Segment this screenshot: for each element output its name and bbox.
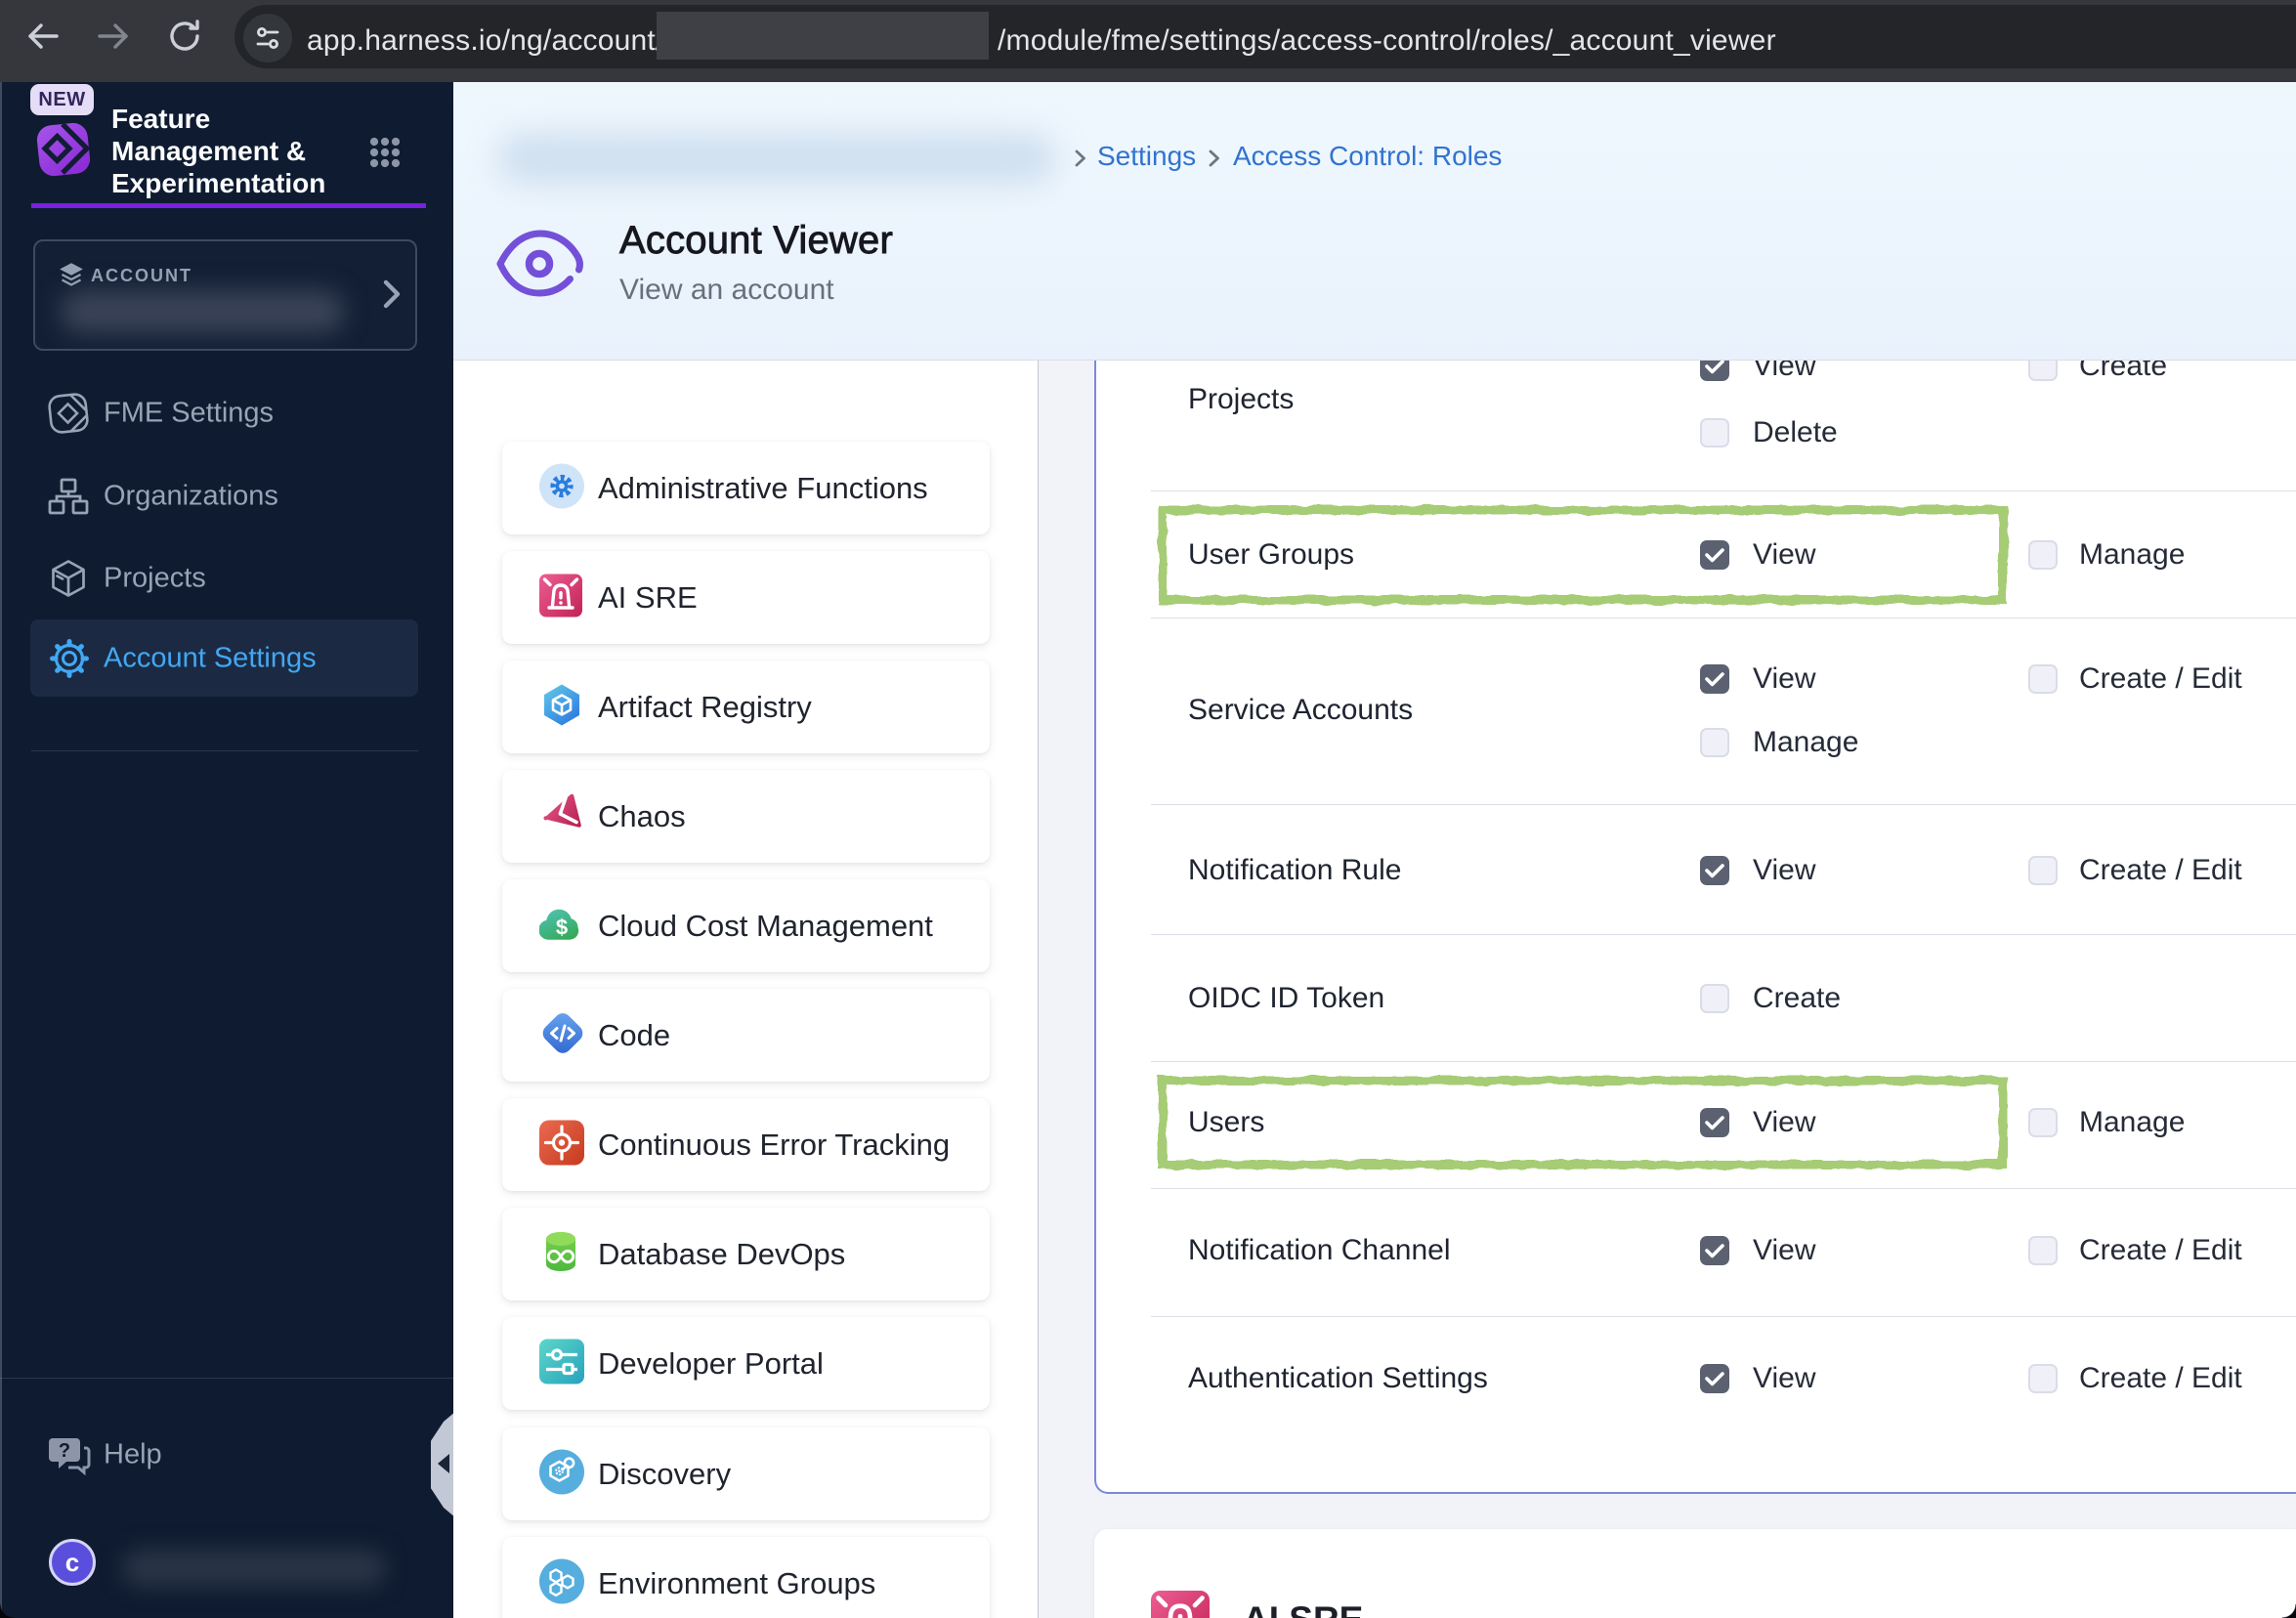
svg-text:?: ? — [59, 1440, 70, 1462]
svg-text:$: $ — [556, 915, 568, 939]
